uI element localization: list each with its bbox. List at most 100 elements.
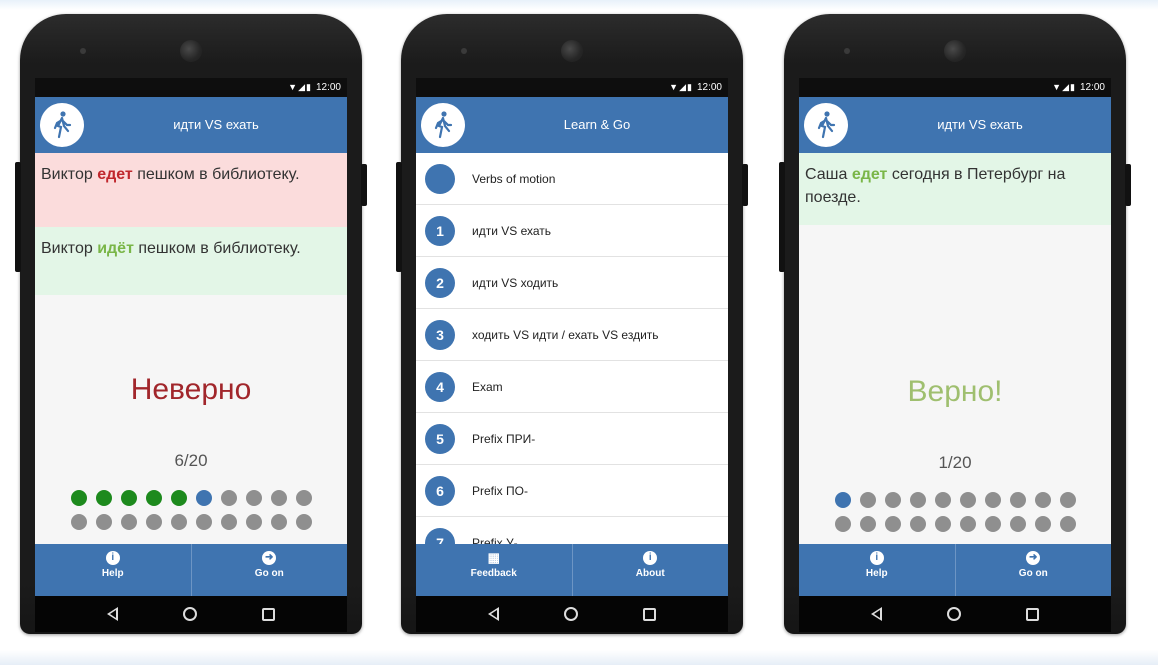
quiz-content: Виктор едет пешком в библиотеку. Виктор … <box>35 153 347 544</box>
progress-dot <box>170 490 187 506</box>
progress-dot <box>70 490 87 506</box>
progress-dot <box>270 490 287 506</box>
list-item[interactable]: 1 идти VS ехать <box>416 205 728 257</box>
list-item[interactable]: 3 ходить VS идти / ехать VS ездить <box>416 309 728 361</box>
item-number-badge: 3 <box>425 319 455 350</box>
recent-apps-icon[interactable] <box>261 607 275 621</box>
list-item[interactable]: 2 идти VS ходить <box>416 257 728 309</box>
walking-person-icon[interactable] <box>421 103 465 147</box>
help-label: Help <box>101 568 124 579</box>
progress-dot <box>909 516 926 532</box>
progress-dot <box>70 514 87 530</box>
volume-button <box>779 162 785 272</box>
progress-dot <box>220 490 237 506</box>
progress-dot <box>959 516 976 532</box>
progress-dot <box>295 490 312 506</box>
arrow-right-icon: ➜ <box>1026 551 1041 565</box>
progress-dot <box>170 514 187 530</box>
list-item[interactable]: Verbs of motion <box>416 153 728 205</box>
arrow-right-icon: ➜ <box>262 551 277 565</box>
recent-apps-icon[interactable] <box>642 607 656 621</box>
progress-dot <box>1034 492 1051 508</box>
back-icon[interactable] <box>488 607 500 621</box>
progress-dots <box>799 488 1111 536</box>
item-number-badge: 2 <box>425 267 455 298</box>
walking-person-icon[interactable] <box>804 103 848 147</box>
progress-dot <box>884 492 901 508</box>
sentence-text: пешком в библиотеку. <box>133 240 301 257</box>
back-icon[interactable] <box>871 607 883 621</box>
list-item[interactable]: 7 Prefix У- <box>416 517 728 544</box>
front-camera <box>461 48 467 54</box>
go-on-button[interactable]: ➜ Go on <box>190 544 348 596</box>
result-label: Верно! <box>907 375 1003 408</box>
progress-dot <box>859 516 876 532</box>
screen-quiz-wrong: ▼◢▮ 12:00 идти VS ехать Виктор едет пешко… <box>35 78 347 632</box>
back-icon[interactable] <box>107 607 119 621</box>
feedback-button[interactable]: ▦ Feedback <box>416 544 572 596</box>
bottom-action-bar: i Help ➜ Go on <box>799 544 1111 596</box>
item-label: Prefix У- <box>472 535 518 545</box>
volume-button <box>15 162 21 272</box>
progress-dot <box>1009 492 1026 508</box>
progress-dot <box>245 490 262 506</box>
system-nav-bar <box>416 596 728 632</box>
phone-frame-2: ▼◢▮ 12:00 Learn & Go Verbs of motion 1 ид… <box>396 14 748 634</box>
progress-dot <box>120 490 137 506</box>
system-nav-bar <box>799 596 1111 632</box>
app-bar: Learn & Go <box>416 97 728 153</box>
progress-dot <box>195 514 212 530</box>
home-icon[interactable] <box>946 607 961 621</box>
item-number-badge: 6 <box>425 475 455 506</box>
progress-dot <box>245 514 262 530</box>
quiz-content: Саша едет сегодня в Петербург на поезде.… <box>799 153 1111 544</box>
correct-answer-sentence: Саша едет сегодня в Петербург на поезде. <box>799 153 1111 225</box>
go-on-button[interactable]: ➜ Go on <box>954 544 1112 596</box>
status-bar: ▼◢▮ 12:00 <box>35 78 347 97</box>
progress-dot <box>1059 516 1076 532</box>
bottom-action-bar: ▦ Feedback i About <box>416 544 728 596</box>
item-number-badge: 7 <box>425 527 455 544</box>
item-label: идти VS ходить <box>472 275 559 290</box>
help-button[interactable]: i Help <box>799 544 955 596</box>
app-title: Learn & Go <box>563 117 631 132</box>
go-on-label: Go on <box>254 568 284 579</box>
progress-counter: 6/20 <box>174 451 208 470</box>
list-item[interactable]: 6 Prefix ПО- <box>416 465 728 517</box>
progress-dot <box>934 492 951 508</box>
status-time: 12:00 <box>1079 82 1105 93</box>
app-bar: идти VS ехать <box>35 97 347 153</box>
walking-person-icon[interactable] <box>40 103 84 147</box>
list-item[interactable]: 4 Exam <box>416 361 728 413</box>
correct-verb: идёт <box>97 240 134 257</box>
screen-quiz-correct: ▼◢▮ 12:00 идти VS ехать Саша едет сегодня… <box>799 78 1111 632</box>
progress-dot <box>859 492 876 508</box>
home-icon[interactable] <box>182 607 197 621</box>
progress-dots <box>35 486 347 534</box>
recent-apps-icon[interactable] <box>1025 607 1039 621</box>
power-button <box>1125 164 1131 206</box>
progress-dot <box>884 516 901 532</box>
help-label: Help <box>865 568 888 579</box>
app-bar: идти VS ехать <box>799 97 1111 153</box>
front-camera <box>80 48 86 54</box>
help-button[interactable]: i Help <box>35 544 191 596</box>
item-number-badge: 4 <box>425 371 455 402</box>
list-item[interactable]: 5 Prefix ПРИ- <box>416 413 728 465</box>
signal-battery-icon: ▼◢▮ <box>669 82 693 92</box>
info-icon: i <box>869 551 884 565</box>
progress-dot <box>909 492 926 508</box>
progress-dot <box>1034 516 1051 532</box>
correct-verb: едет <box>851 166 888 183</box>
item-label: ходить VS идти / ехать VS ездить <box>472 327 659 342</box>
about-label: About <box>635 568 665 579</box>
earpiece-speaker <box>180 40 202 62</box>
phone-frame-1: ▼◢▮ 12:00 идти VS ехать Виктор едет пешко… <box>15 14 367 634</box>
wrong-answer-sentence: Виктор едет пешком в библиотеку. <box>35 153 347 227</box>
progress-dot <box>220 514 237 530</box>
home-icon[interactable] <box>563 607 578 621</box>
progress-dot <box>934 516 951 532</box>
about-button[interactable]: i About <box>571 544 729 596</box>
progress-dot <box>959 492 976 508</box>
progress-dot <box>1059 492 1076 508</box>
